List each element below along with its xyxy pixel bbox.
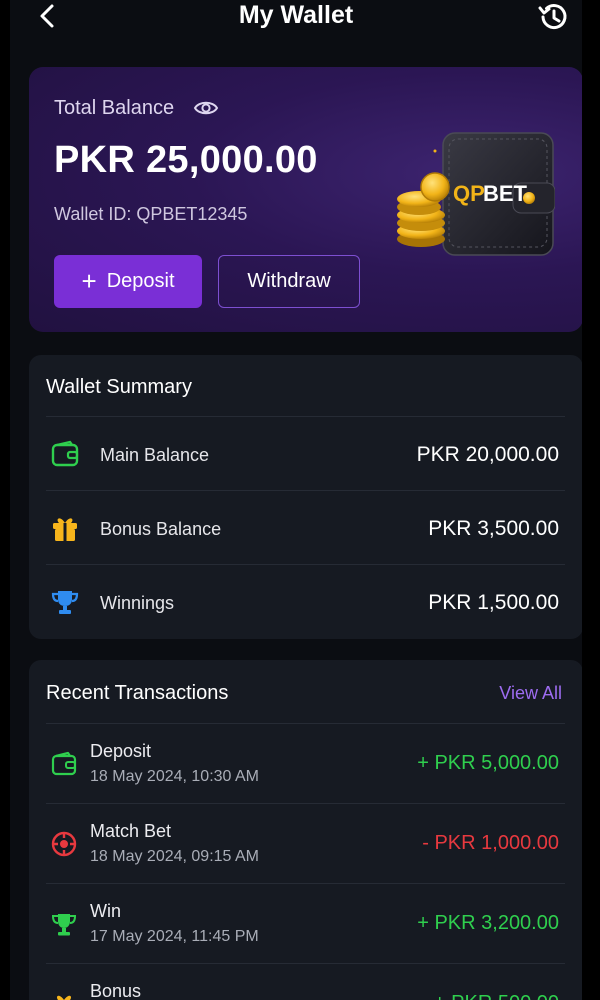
trophy-icon [51, 591, 79, 614]
transaction-amount: + PKR 3,200.00 [417, 912, 559, 934]
transaction-row[interactable]: Win 17 May 2024, 11:45 PM + PKR 3,200.00 [46, 883, 565, 964]
transaction-name: Match Bet [90, 821, 172, 841]
trophy-icon [51, 914, 77, 936]
bonus-balance-value: PKR 3,500.00 [428, 517, 559, 540]
total-balance-label: Total Balance [54, 97, 175, 119]
gift-icon [53, 518, 77, 541]
wallet-summary-card: Wallet Summary Main Balance PKR 20,000.0… [29, 355, 582, 639]
transaction-amount: + PKR 500.00 [434, 992, 559, 1000]
top-bar: My Wallet [10, 0, 582, 40]
transaction-date: 18 May 2024, 10:30 AM [90, 768, 259, 785]
svg-text:QP: QP [453, 181, 485, 206]
summary-row-main-balance: Main Balance PKR 20,000.00 [46, 416, 565, 491]
transaction-row[interactable]: Match Bet 18 May 2024, 09:15 AM - PKR 1,… [46, 803, 565, 884]
recent-transactions-title: Recent Transactions [46, 682, 229, 704]
gift-icon [56, 995, 72, 1000]
main-balance-label: Main Balance [100, 445, 210, 465]
transaction-name: Bonus [90, 981, 142, 1000]
wallet-icon [51, 751, 77, 776]
summary-row-winnings: Winnings PKR 1,500.00 [46, 564, 565, 639]
transaction-name: Win [90, 901, 121, 921]
transaction-date: 18 May 2024, 09:15 AM [90, 848, 259, 865]
wallet-screen: My Wallet Total Balance PKR 25,000.00 Wa… [10, 0, 582, 1000]
summary-row-bonus-balance: Bonus Balance PKR 3,500.00 [46, 490, 565, 565]
view-all-link[interactable]: View All [499, 683, 562, 704]
deposit-button[interactable]: + Deposit [54, 255, 202, 308]
winnings-label: Winnings [100, 593, 175, 613]
plus-icon: + [81, 265, 97, 296]
bonus-balance-label: Bonus Balance [100, 519, 222, 539]
winnings-value: PKR 1,500.00 [428, 591, 559, 614]
wallet-illustration: QP BET [397, 132, 555, 256]
deposit-label: Deposit [106, 270, 175, 292]
recent-transactions-card: Recent Transactions View All Deposit 18 … [29, 660, 582, 1000]
transaction-row[interactable]: Deposit 18 May 2024, 10:30 AM + PKR 5,00… [46, 723, 565, 804]
bet-icon [51, 831, 77, 857]
transaction-name: Deposit [90, 741, 152, 761]
page-title: My Wallet [238, 1, 354, 29]
transaction-amount: + PKR 5,000.00 [417, 752, 559, 774]
main-balance-value: PKR 20,000.00 [416, 443, 559, 466]
wallet-summary-title: Wallet Summary [46, 376, 192, 398]
total-balance-card: Total Balance PKR 25,000.00 Wallet ID: Q… [29, 67, 582, 332]
svg-text:BET: BET [483, 181, 528, 206]
eye-icon[interactable] [193, 97, 219, 119]
wallet-icon [51, 440, 79, 467]
transaction-amount: - PKR 1,000.00 [422, 832, 559, 854]
transaction-row[interactable]: Bonus + PKR 500.00 [46, 963, 565, 1000]
withdraw-button[interactable]: Withdraw [218, 255, 360, 308]
total-balance-amount: PKR 25,000.00 [54, 139, 318, 181]
transaction-date: 17 May 2024, 11:45 PM [90, 928, 259, 945]
wallet-id: Wallet ID: QPBET12345 [54, 204, 248, 224]
history-icon[interactable] [536, 0, 570, 34]
